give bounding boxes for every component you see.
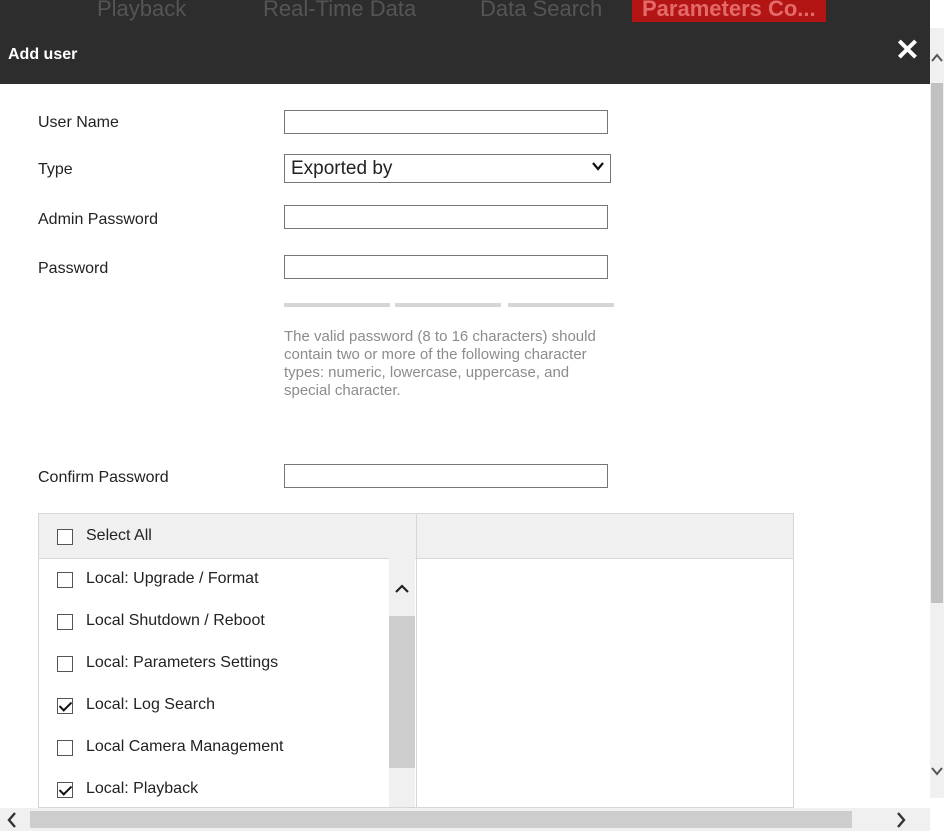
- permission-list-scrollbar-thumb[interactable]: [389, 616, 415, 768]
- close-icon[interactable]: ✕: [895, 36, 920, 66]
- permissions-panel: Select All Local: Upgrade / Format Local …: [38, 513, 794, 808]
- page-vertical-scrollbar[interactable]: [930, 28, 944, 798]
- password-strength-bar-medium: [395, 303, 501, 307]
- select-all-label: Select All: [86, 527, 152, 544]
- confirm-password-input[interactable]: [284, 464, 608, 488]
- permission-checkbox[interactable]: [57, 740, 73, 756]
- permission-label: Local Shutdown / Reboot: [86, 612, 265, 629]
- user-name-input[interactable]: [284, 110, 608, 134]
- confirm-password-label: Confirm Password: [38, 469, 169, 486]
- password-label: Password: [38, 260, 109, 277]
- admin-password-label: Admin Password: [38, 211, 159, 228]
- permission-checkbox[interactable]: [57, 698, 73, 714]
- password-strength-bar-strong: [508, 303, 614, 307]
- nav-tab-real-time-data[interactable]: Real-Time Data: [263, 0, 416, 22]
- permission-label: Local: Playback: [86, 780, 199, 797]
- password-input[interactable]: [284, 255, 608, 279]
- page-vertical-scrollbar-thumb[interactable]: [931, 83, 943, 603]
- chevron-right-icon[interactable]: [895, 808, 907, 834]
- password-hint: The valid password (8 to 16 characters) …: [284, 328, 596, 399]
- permission-label: Local: Parameters Settings: [86, 654, 279, 671]
- permission-checkbox[interactable]: [57, 614, 73, 630]
- permissions-divider: [416, 514, 417, 807]
- permission-label: Local Camera Management: [86, 738, 284, 755]
- page-horizontal-scrollbar-thumb[interactable]: [30, 811, 852, 828]
- admin-password-input[interactable]: [284, 205, 608, 229]
- dialog-header: Add user ✕: [0, 28, 930, 84]
- nav-tab-playback[interactable]: Playback: [97, 0, 186, 22]
- permission-label: Local: Upgrade / Format: [86, 570, 259, 587]
- password-strength-bar-weak: [284, 303, 390, 307]
- permission-list-scrollbar[interactable]: [389, 558, 415, 807]
- top-nav: Playback Real-Time Data Data Search Para…: [0, 0, 930, 28]
- dialog-title: Add user: [8, 46, 78, 63]
- permission-checkbox[interactable]: [57, 782, 73, 798]
- chevron-up-icon[interactable]: [395, 584, 409, 594]
- type-select[interactable]: Exported by: [284, 154, 611, 183]
- scroll-down-icon[interactable]: [931, 763, 943, 779]
- permission-checkbox[interactable]: [57, 572, 73, 588]
- nav-tab-parameters[interactable]: Parameters Co...: [632, 0, 826, 22]
- select-all-checkbox[interactable]: [57, 529, 73, 545]
- permission-checkbox[interactable]: [57, 656, 73, 672]
- nav-tab-data-search[interactable]: Data Search: [480, 0, 602, 22]
- scroll-up-icon[interactable]: [931, 50, 943, 66]
- chevron-down-icon: [592, 162, 604, 171]
- type-label: Type: [38, 161, 73, 178]
- permission-label: Local: Log Search: [86, 696, 215, 713]
- user-name-label: User Name: [38, 114, 119, 131]
- type-select-value: Exported by: [291, 158, 393, 179]
- chevron-left-icon[interactable]: [6, 808, 18, 834]
- page-horizontal-scrollbar[interactable]: [0, 808, 930, 831]
